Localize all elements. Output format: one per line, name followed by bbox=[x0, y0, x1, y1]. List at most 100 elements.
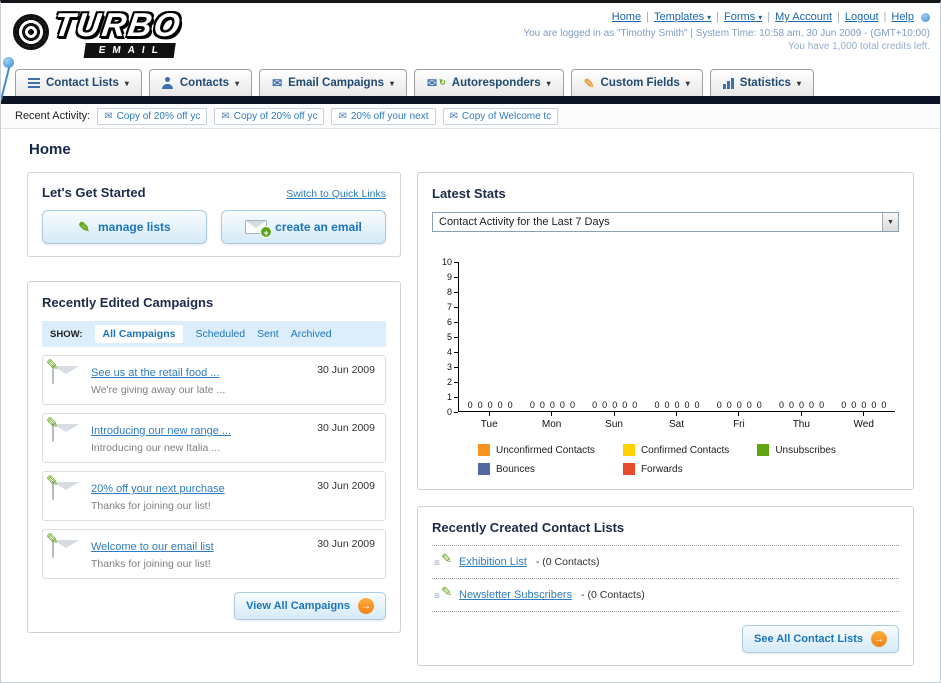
contact-list-link[interactable]: Newsletter Subscribers bbox=[459, 589, 572, 601]
pencil-icon: ✎ bbox=[78, 219, 91, 235]
help-dot-icon bbox=[921, 12, 930, 22]
campaign-row: ✎ See us at the retail food ... We're gi… bbox=[42, 355, 386, 405]
chart-value-label: 0 bbox=[549, 400, 555, 410]
campaign-row: ✎ Welcome to our email list Thanks for j… bbox=[42, 529, 386, 579]
link-my-account[interactable]: My Account bbox=[775, 11, 832, 23]
pencil-lines-icon: ≡ ✎ bbox=[434, 584, 452, 602]
link-templates[interactable]: Templates ▾ bbox=[654, 11, 711, 23]
legend-item-unsubscribes: Unsubscribes bbox=[757, 444, 836, 456]
credits-status: You have 1,000 total credits left. bbox=[788, 41, 930, 52]
chart-plot-area: 00000000000000000000000000000000000 bbox=[458, 262, 895, 412]
campaigns-filter-tabs: SHOW: All Campaigns Scheduled Sent Archi… bbox=[42, 321, 386, 347]
contact-list-link[interactable]: Exhibition List bbox=[459, 556, 527, 568]
chart-x-axis: Tue Mon Sun Sat Fri Thu Wed bbox=[458, 412, 895, 430]
chart-value-label: 0 bbox=[602, 400, 608, 410]
chart-value-label: 0 bbox=[569, 400, 575, 410]
chart-value-label: 0 bbox=[632, 400, 638, 410]
latest-stats-title: Latest Stats bbox=[432, 186, 506, 201]
chart-value-label: 0 bbox=[559, 400, 565, 410]
chart-value-label: 0 bbox=[684, 400, 690, 410]
pencil-lines-icon: ≡ ✎ bbox=[434, 551, 452, 569]
nav-tab-contact-lists[interactable]: Contact Lists ▾ bbox=[15, 69, 142, 96]
contact-list-count: - (0 Contacts) bbox=[581, 589, 645, 601]
envelope-pencil-icon: ✎ bbox=[46, 415, 82, 454]
link-help[interactable]: Help bbox=[891, 11, 914, 23]
chart-value-label: 0 bbox=[809, 400, 815, 410]
link-home[interactable]: Home bbox=[612, 11, 641, 23]
right-column: Latest Stats Contact Activity for the La… bbox=[417, 172, 914, 666]
nav-tab-contacts[interactable]: Contacts ▾ bbox=[148, 69, 253, 96]
link-forms[interactable]: Forms ▾ bbox=[724, 11, 762, 23]
legend-item-confirmed: Confirmed Contacts bbox=[622, 444, 729, 456]
legend-swatch bbox=[622, 463, 635, 475]
contact-list-row: ≡ ✎ Newsletter Subscribers - (0 Contacts) bbox=[432, 579, 899, 612]
tab-all-campaigns[interactable]: All Campaigns bbox=[94, 325, 184, 343]
recent-activity-item[interactable]: ✉ 20% off your next bbox=[331, 107, 436, 125]
chart-value-label: 0 bbox=[654, 400, 660, 410]
campaign-link[interactable]: Welcome to our email list bbox=[91, 541, 214, 553]
see-all-contact-lists-button[interactable]: See All Contact Lists → bbox=[741, 625, 899, 653]
recent-activity-item[interactable]: ✉ Copy of 20% off yc bbox=[97, 107, 208, 125]
chart-value-label: 0 bbox=[716, 400, 722, 410]
envelope-icon: ✉ bbox=[272, 76, 283, 90]
chart-bar-group: 00000 bbox=[646, 262, 708, 411]
recent-activity-label: Recent Activity: bbox=[15, 110, 91, 122]
chart-x-label: Sat bbox=[645, 412, 707, 430]
legend-item-bounces: Bounces bbox=[478, 463, 595, 475]
envelope-pencil-icon: ✎ bbox=[46, 531, 82, 570]
envelope-icon: ✉ bbox=[427, 76, 438, 90]
create-email-button[interactable]: + create an email bbox=[221, 210, 386, 244]
logo-swirl-icon bbox=[13, 14, 49, 50]
chart-x-label: Sun bbox=[583, 412, 645, 430]
envelope-icon: ✉ bbox=[221, 110, 230, 122]
tab-archived[interactable]: Archived bbox=[291, 328, 332, 340]
campaign-date: 30 Jun 2009 bbox=[317, 364, 375, 376]
chart-x-label: Mon bbox=[520, 412, 582, 430]
campaign-date: 30 Jun 2009 bbox=[317, 422, 375, 434]
campaign-subject: Introducing our new Italia ... bbox=[91, 442, 220, 454]
chart-value-label: 0 bbox=[799, 400, 805, 410]
campaign-link[interactable]: 20% off your next purchase bbox=[91, 483, 225, 495]
tab-sent[interactable]: Sent bbox=[257, 328, 279, 340]
chart-value-label: 0 bbox=[507, 400, 513, 410]
chart-value-label: 0 bbox=[789, 400, 795, 410]
refresh-icon: ↻ bbox=[439, 78, 446, 87]
manage-lists-button[interactable]: ✎ manage lists bbox=[42, 210, 207, 244]
logo-bubble-dot bbox=[3, 57, 14, 68]
stats-period-select[interactable]: Contact Activity for the Last 7 Days ▼ bbox=[432, 212, 899, 232]
dropdown-caret-icon: ▾ bbox=[546, 78, 551, 88]
bar-chart-icon bbox=[722, 77, 734, 89]
logo-text-email: EMAIL bbox=[83, 43, 176, 58]
legend-swatch bbox=[478, 463, 490, 475]
chart-y-tick: 6 bbox=[447, 317, 458, 327]
view-all-campaigns-button[interactable]: View All Campaigns → bbox=[234, 592, 386, 620]
campaign-date: 30 Jun 2009 bbox=[317, 480, 375, 492]
chart-value-label: 0 bbox=[851, 400, 857, 410]
chart-value-label: 0 bbox=[664, 400, 670, 410]
contact-lists-title: Recently Created Contact Lists bbox=[432, 520, 625, 535]
dropdown-caret-icon: ▾ bbox=[390, 78, 395, 88]
nav-tab-email-campaigns[interactable]: ✉ Email Campaigns ▾ bbox=[259, 69, 408, 96]
chart-y-tick: 7 bbox=[447, 302, 458, 312]
nav-tab-statistics[interactable]: Statistics ▾ bbox=[709, 69, 814, 96]
chart-value-label: 0 bbox=[819, 400, 825, 410]
chart-y-tick: 10 bbox=[442, 257, 458, 267]
link-logout[interactable]: Logout bbox=[845, 11, 879, 23]
nav-tab-custom-fields[interactable]: ✎ Custom Fields ▾ bbox=[570, 69, 703, 96]
nav-tab-autoresponders[interactable]: ✉ ↻ Autoresponders ▾ bbox=[414, 69, 564, 96]
campaign-link[interactable]: See us at the retail food ... bbox=[91, 367, 219, 379]
nav-divider-bar bbox=[1, 96, 940, 104]
recent-activity-item[interactable]: ✉ Copy of 20% off yc bbox=[214, 107, 325, 125]
dropdown-caret-icon: ▾ bbox=[758, 13, 763, 22]
switch-quick-links-link[interactable]: Switch to Quick Links bbox=[286, 188, 386, 200]
campaign-link[interactable]: Introducing our new range ... bbox=[91, 425, 231, 437]
chart-y-axis: 10 9 8 7 6 5 4 3 2 1 0 bbox=[438, 257, 458, 417]
campaigns-panel: Recently Edited Campaigns SHOW: All Camp… bbox=[27, 281, 401, 633]
chart-value-label: 0 bbox=[746, 400, 752, 410]
tab-scheduled[interactable]: Scheduled bbox=[195, 328, 245, 340]
chart-y-tick: 5 bbox=[447, 332, 458, 342]
recent-activity-item[interactable]: ✉ Copy of Welcome tc bbox=[442, 107, 559, 125]
chart-legend: Unconfirmed Contacts Confirmed Contacts … bbox=[478, 444, 899, 475]
legend-swatch bbox=[478, 444, 490, 456]
chart-value-label: 0 bbox=[694, 400, 700, 410]
